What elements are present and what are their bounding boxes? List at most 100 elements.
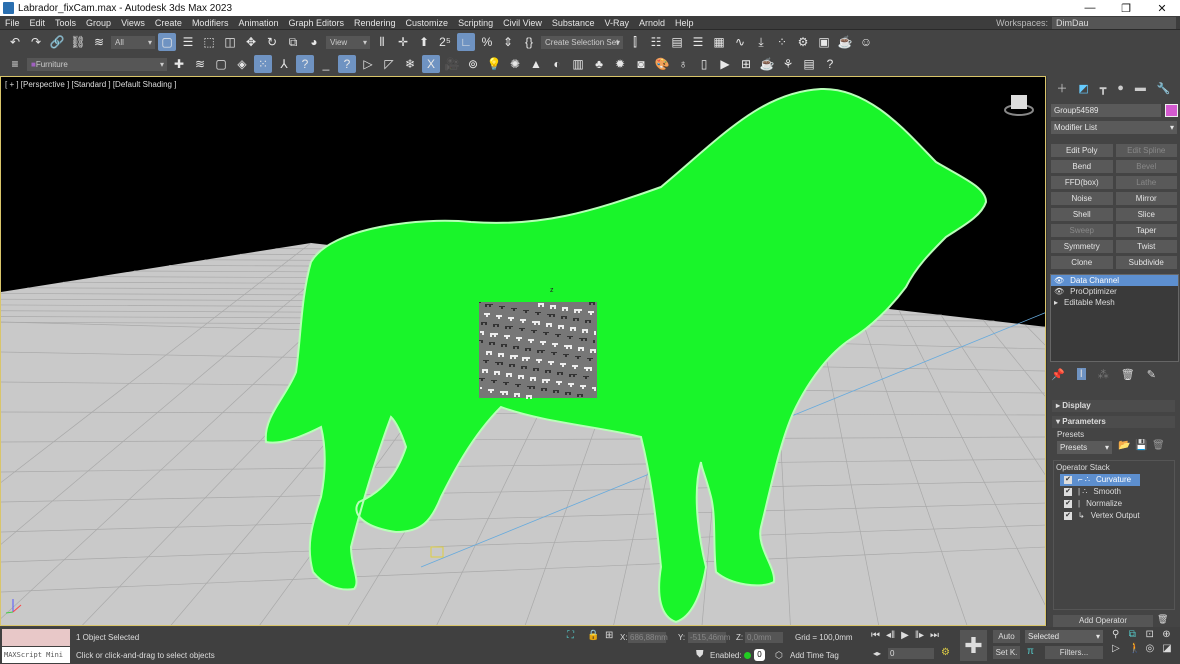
snap-perp-icon[interactable]: ◸ bbox=[380, 55, 398, 73]
angle-snap-icon[interactable]: ∟ bbox=[457, 33, 475, 51]
percent-snap-icon[interactable]: % bbox=[478, 33, 496, 51]
add-operator-button[interactable]: Add Operator bbox=[1053, 615, 1153, 627]
perspective-viewport[interactable]: [ + ] [Perspective ] [Standard ] [Defaul… bbox=[0, 76, 1046, 626]
snap-toggle-icon[interactable]: 2⁵ bbox=[436, 33, 454, 51]
ref-coord-dropdown[interactable]: View bbox=[326, 35, 370, 49]
teapot-icon[interactable]: ☕ bbox=[758, 55, 776, 73]
play-window-icon[interactable]: ▶ bbox=[716, 55, 734, 73]
make-unique-icon[interactable]: ⁂ bbox=[1098, 368, 1109, 381]
scatter-icon[interactable]: ⚘ bbox=[779, 55, 797, 73]
modifier-button-sweep[interactable]: Sweep bbox=[1051, 224, 1113, 237]
modifier-button-lathe[interactable]: Lathe bbox=[1115, 176, 1177, 189]
menu-civil-view[interactable]: Civil View bbox=[498, 18, 547, 28]
modifier-button-symmetry[interactable]: Symmetry bbox=[1051, 240, 1113, 253]
place-icon[interactable]: ◕ bbox=[305, 33, 323, 51]
modifier-button-bend[interactable]: Bend bbox=[1051, 160, 1113, 173]
auto-key-button[interactable]: Auto bbox=[993, 630, 1020, 643]
x-coordinate-field[interactable]: 686,88mm bbox=[628, 632, 668, 643]
pin-stack-icon[interactable]: 📌 bbox=[1051, 368, 1065, 381]
redo-icon[interactable]: ↷ bbox=[27, 33, 45, 51]
ribbon-icon[interactable]: ▦ bbox=[710, 33, 728, 51]
menu-edit[interactable]: Edit bbox=[25, 18, 51, 28]
operator-checkbox[interactable]: ✔ bbox=[1064, 488, 1072, 496]
go-to-end-icon[interactable]: ⏭ bbox=[930, 630, 939, 641]
walk-through-icon[interactable]: 🚶 bbox=[1129, 643, 1143, 654]
load-preset-icon[interactable]: 📂 bbox=[1118, 440, 1130, 451]
material-library-icon[interactable]: ▥ bbox=[569, 55, 587, 73]
snap-freeze-icon[interactable]: ❄ bbox=[401, 55, 419, 73]
display-rollout[interactable]: ▸ Display bbox=[1052, 400, 1175, 412]
modifier-button-edit-spline[interactable]: Edit Spline bbox=[1115, 144, 1177, 157]
tree-icon[interactable]: ▲ bbox=[527, 55, 545, 73]
set-key-button[interactable]: Set K. bbox=[993, 646, 1020, 659]
close-button[interactable]: ✕ bbox=[1144, 2, 1180, 15]
render-settings-icon[interactable]: ✹ bbox=[611, 55, 629, 73]
set-key-big-button[interactable]: ✚ bbox=[960, 630, 987, 661]
render-setup-icon[interactable]: ⚙ bbox=[794, 33, 812, 51]
rotate-icon[interactable]: ↻ bbox=[263, 33, 281, 51]
dope-sheet-icon[interactable]: ⤓ bbox=[752, 33, 770, 51]
pivot-icon[interactable]: ⫴ bbox=[373, 33, 391, 51]
zoom-extents-icon[interactable]: ⊡ bbox=[1146, 629, 1160, 640]
modifier-button-twist[interactable]: Twist bbox=[1115, 240, 1177, 253]
menu-v-ray[interactable]: V-Ray bbox=[599, 18, 634, 28]
menu-modifiers[interactable]: Modifiers bbox=[187, 18, 234, 28]
presets-dropdown[interactable]: Presets bbox=[1057, 441, 1112, 454]
snap-vertex-icon[interactable]: ⅄ bbox=[275, 55, 293, 73]
environment-icon[interactable]: ♣ bbox=[590, 55, 608, 73]
current-frame-spinner[interactable]: 0 bbox=[888, 648, 934, 659]
sun-icon[interactable]: ✺ bbox=[506, 55, 524, 73]
zoom-all-icon[interactable]: ⧉ bbox=[1129, 629, 1143, 640]
bind-space-warp-icon[interactable]: ≋ bbox=[90, 33, 108, 51]
show-end-result-icon[interactable]: I bbox=[1076, 368, 1086, 380]
modifier-list-dropdown[interactable]: Modifier List bbox=[1051, 121, 1177, 134]
delete-operator-icon[interactable]: 🗑 bbox=[1157, 614, 1168, 625]
operator-item[interactable]: ✔ ⌐ ∴ Curvature bbox=[1060, 474, 1140, 486]
time-config-arrows-icon[interactable]: ◂▸ bbox=[873, 649, 881, 658]
operator-item[interactable]: ✔ | ∴ Smooth bbox=[1060, 486, 1174, 498]
select-layer-icon[interactable]: ▢ bbox=[212, 55, 230, 73]
bulb-icon[interactable]: ♁ bbox=[674, 55, 692, 73]
parameters-rollout[interactable]: ▾ Parameters bbox=[1052, 416, 1175, 428]
help-icon[interactable]: ? bbox=[821, 55, 839, 73]
render-online-icon[interactable]: ☺ bbox=[857, 33, 875, 51]
modifier-button-taper[interactable]: Taper bbox=[1115, 224, 1177, 237]
menu-tools[interactable]: Tools bbox=[50, 18, 81, 28]
modifier-button-noise[interactable]: Noise bbox=[1051, 192, 1113, 205]
scene-explorer-icon[interactable]: ▤ bbox=[668, 33, 686, 51]
display-tab-icon[interactable]: ▬ bbox=[1135, 82, 1146, 94]
stack-item[interactable]: 👁 Data Channel bbox=[1051, 275, 1178, 286]
operator-checkbox[interactable]: ✔ bbox=[1064, 512, 1072, 520]
menu-substance[interactable]: Substance bbox=[547, 18, 600, 28]
modifier-button-slice[interactable]: Slice bbox=[1115, 208, 1177, 221]
maxscript-mini-input[interactable]: MAXScript Mini bbox=[2, 647, 70, 663]
rect-selection-icon[interactable]: ⬚ bbox=[200, 33, 218, 51]
viewport-label[interactable]: [ + ] [Perspective ] [Standard ] [Defaul… bbox=[5, 80, 176, 89]
maximize-button[interactable]: ❐ bbox=[1108, 2, 1144, 15]
key-filters-button[interactable]: Filters... bbox=[1045, 646, 1103, 659]
select-object-icon[interactable]: ▢ bbox=[158, 33, 176, 51]
stack-item[interactable]: ▸ Editable Mesh bbox=[1051, 297, 1178, 308]
next-frame-icon[interactable]: ‖▸ bbox=[915, 630, 924, 641]
mirror-icon[interactable]: ⫿ bbox=[626, 33, 644, 51]
unlink-icon[interactable]: ⛓ bbox=[69, 33, 87, 51]
material-icon[interactable]: ◐ bbox=[548, 55, 566, 73]
menu-arnold[interactable]: Arnold bbox=[634, 18, 670, 28]
z-coordinate-field[interactable]: 0,0mm bbox=[745, 632, 783, 643]
operator-item[interactable]: ✔ ↳ Vertex Output bbox=[1060, 510, 1174, 522]
adaptive-degradation-icon[interactable]: ⛊ bbox=[696, 649, 704, 660]
previous-frame-icon[interactable]: ◂‖ bbox=[886, 630, 895, 641]
minimize-button[interactable]: — bbox=[1072, 2, 1108, 15]
snap-grid-icon[interactable]: ⁙ bbox=[254, 55, 272, 73]
align-icon[interactable]: ☷ bbox=[647, 33, 665, 51]
camera-icon[interactable]: 🎥 bbox=[443, 55, 461, 73]
render-icon[interactable]: ☕ bbox=[836, 33, 854, 51]
select-manipulate-icon[interactable]: ✛ bbox=[394, 33, 412, 51]
modifier-button-mirror[interactable]: Mirror bbox=[1115, 192, 1177, 205]
maxscript-listener[interactable] bbox=[2, 629, 70, 646]
menu-views[interactable]: Views bbox=[116, 18, 150, 28]
y-coordinate-field[interactable]: -515,46mm bbox=[688, 632, 730, 643]
time-tag-icon[interactable]: ⬡ bbox=[775, 650, 783, 661]
move-icon[interactable]: ✥ bbox=[242, 33, 260, 51]
light-icon[interactable]: 💡 bbox=[485, 55, 503, 73]
